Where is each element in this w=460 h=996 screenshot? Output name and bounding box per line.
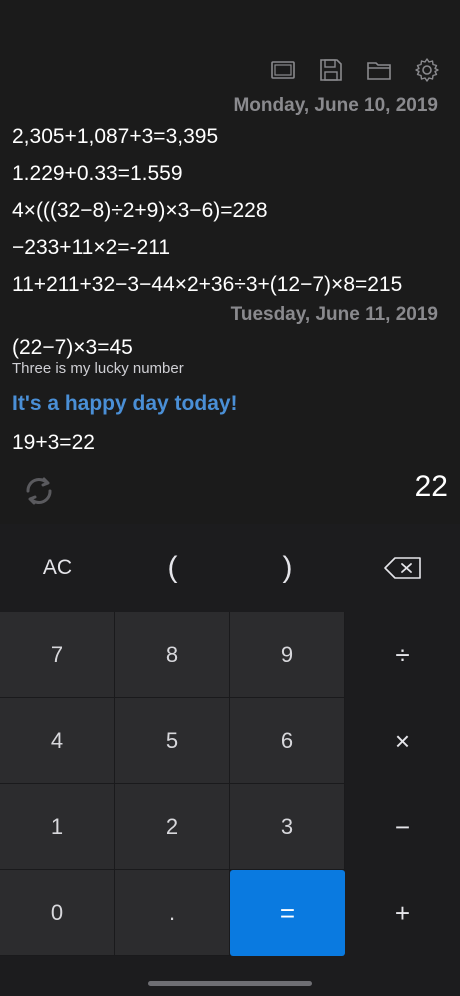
history-date: Tuesday, June 11, 2019 [230,304,438,325]
toolbar [268,56,442,84]
history-list: Monday, June 10, 2019 2,305+1,087+3=3,39… [0,94,460,461]
multiply-button[interactable]: × [345,698,460,784]
history-date: Monday, June 10, 2019 [233,95,438,116]
open-folder-button[interactable] [364,56,394,84]
key-7[interactable]: 7 [0,612,115,698]
history-panel: Monday, June 10, 2019 2,305+1,087+3=3,39… [0,0,460,524]
key-4[interactable]: 4 [0,698,115,784]
result-display: 22 [414,470,448,503]
key-2[interactable]: 2 [115,784,230,870]
divide-button[interactable]: ÷ [345,612,460,698]
home-indicator[interactable] [148,981,312,986]
history-headline[interactable]: It's a happy day today! [0,384,460,424]
history-line[interactable]: −233+11×2=-211 [0,229,460,266]
history-note[interactable]: Three is my lucky number [0,360,460,378]
key-1[interactable]: 1 [0,784,115,870]
right-paren-button[interactable]: ) [230,524,345,612]
left-paren-button[interactable]: ( [115,524,230,612]
number-grid: 7 8 9 ÷ 4 5 6 × 1 2 3 − 0 . = + [0,612,460,956]
add-button[interactable]: + [345,870,460,956]
key-5[interactable]: 5 [115,698,230,784]
function-row: AC ( ) [0,524,460,612]
key-9[interactable]: 9 [230,612,345,698]
ac-button[interactable]: AC [0,524,115,612]
screen-button[interactable] [268,56,298,84]
refresh-icon [26,477,52,505]
refresh-button[interactable] [20,472,58,510]
key-0[interactable]: 0 [0,870,115,956]
history-line[interactable]: 19+3=22 [0,424,460,461]
save-button[interactable] [316,56,346,84]
equals-button[interactable]: = [230,870,345,956]
subtract-button[interactable]: − [345,784,460,870]
gear-icon [415,58,439,82]
key-8[interactable]: 8 [115,612,230,698]
history-line[interactable]: 11+211+32−3−44×2+36÷3+(12−7)×8=215 [0,266,460,303]
key-3[interactable]: 3 [230,784,345,870]
screen-icon [271,61,295,79]
backspace-button[interactable] [345,524,460,612]
history-line[interactable]: 2,305+1,087+3=3,395 [0,118,460,155]
backspace-icon [383,557,421,579]
history-line[interactable]: 1.229+0.33=1.559 [0,155,460,192]
decimal-button[interactable]: . [115,870,230,956]
save-icon [320,59,342,81]
key-6[interactable]: 6 [230,698,345,784]
settings-button[interactable] [412,56,442,84]
folder-icon [367,62,391,80]
history-line[interactable]: 4×(((32−8)÷2+9)×3−6)=228 [0,192,460,229]
keypad: AC ( ) 7 8 9 ÷ 4 5 6 × 1 2 3 − 0 . = + [0,524,460,996]
